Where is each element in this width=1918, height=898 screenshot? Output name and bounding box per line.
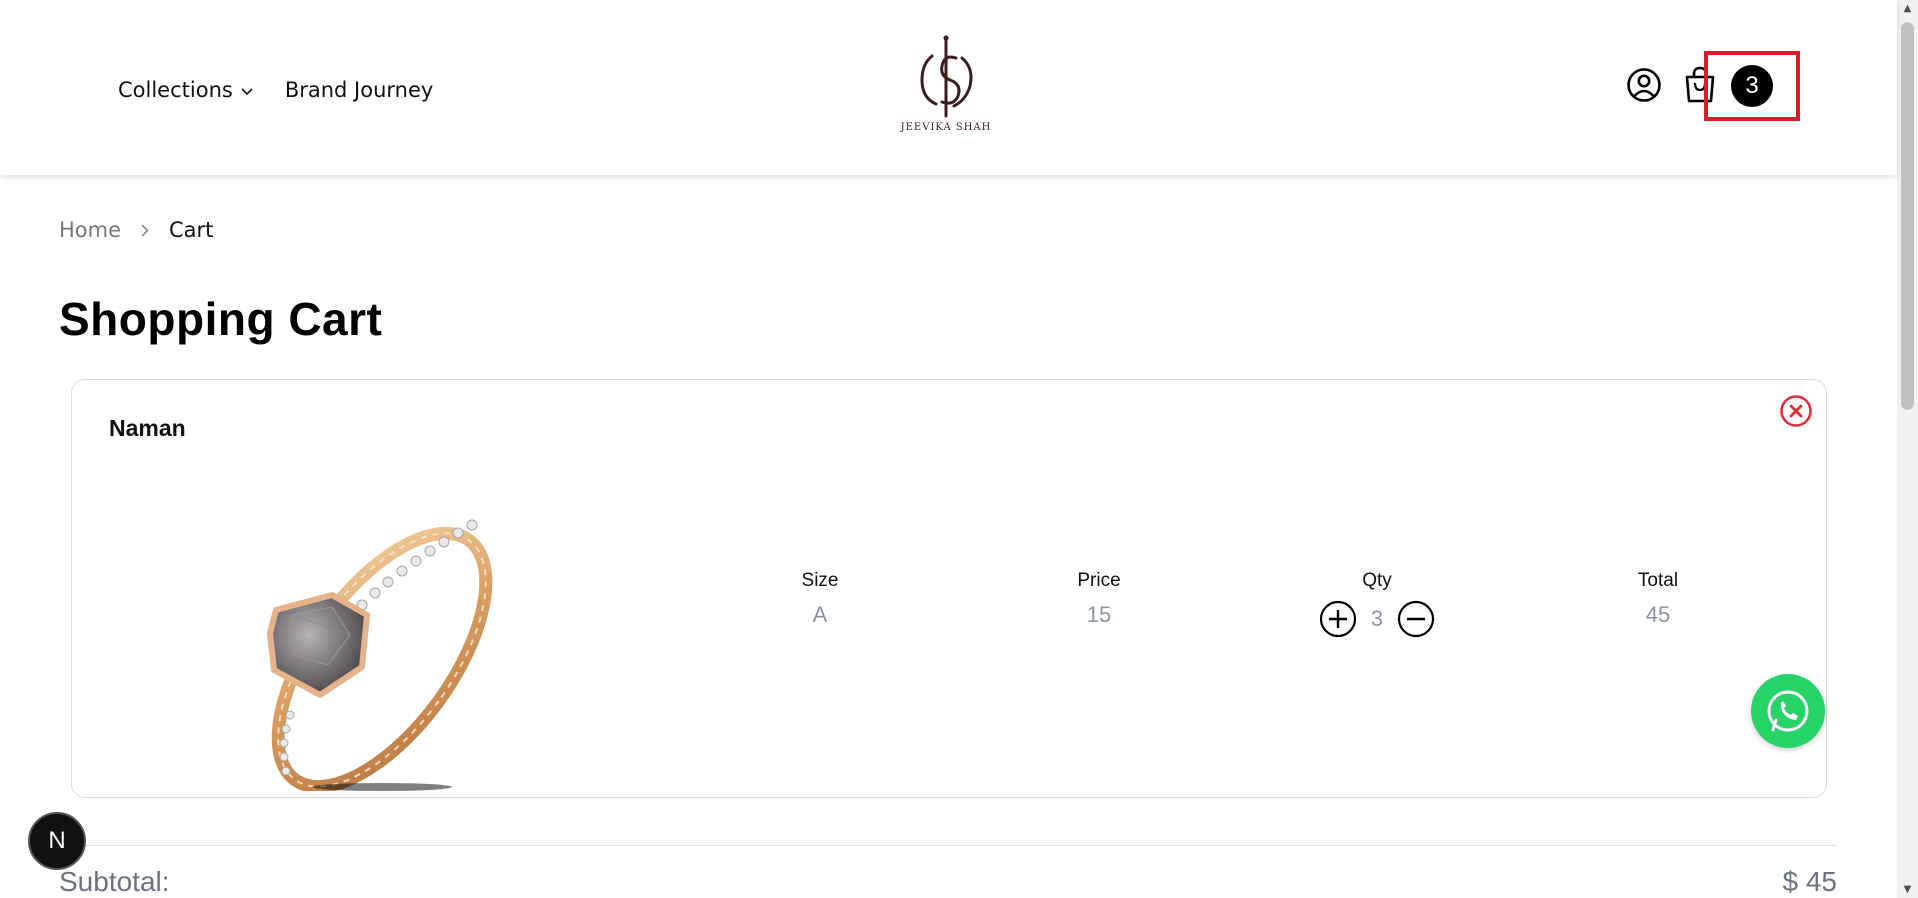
summary-divider [59,845,1837,846]
subtotal-label: Subtotal: [59,866,170,897]
viewport: Collections Brand Journey JEEVIKA SHAH 3… [0,0,1918,898]
size-value: A [812,602,828,627]
account-button[interactable] [1625,66,1663,104]
nav-brand-journey-label: Brand Journey [284,78,434,102]
brand-logo[interactable]: JEEVIKA SHAH [900,34,992,140]
minus-icon [1398,600,1435,638]
brand-name: JEEVIKA SHAH [900,122,992,133]
main-nav: Collections Brand Journey [118,78,433,102]
breadcrumb-current: Cart [169,218,214,242]
qty-column: Qty 3 [1317,570,1437,638]
size-column: Size A [760,570,880,628]
total-column: Total 45 [1598,570,1718,628]
user-icon [1627,68,1661,102]
nav-collections-label: Collections [118,78,233,102]
product-image[interactable] [232,495,532,794]
cart-count-badge: 3 [1731,65,1773,107]
qty-label: Qty [1362,570,1392,591]
increase-qty-button[interactable] [1319,600,1357,638]
cart-item-name: Naman [109,415,186,441]
total-value: 45 [1645,602,1671,627]
chevron-down-icon [241,84,253,100]
scroll-down-icon[interactable]: ▼ [1897,881,1918,898]
subtotal-value: $ 45 [1782,866,1838,897]
chevron-right-icon [141,218,149,242]
logo-mark-icon [920,35,973,118]
breadcrumb: Home Cart [59,218,213,242]
whatsapp-button[interactable] [1751,674,1825,748]
remove-item-button[interactable] [1779,394,1813,428]
cart-count-highlight[interactable]: 3 [1704,51,1800,121]
price-label: Price [1077,570,1121,591]
qty-value: 3 [1370,606,1384,631]
nav-collections[interactable]: Collections [118,78,253,102]
page-title: Shopping Cart [59,293,383,345]
ring-product-image [267,519,493,794]
dev-tools-badge[interactable]: N [28,812,86,870]
decrease-qty-button[interactable] [1397,600,1435,638]
quantity-stepper: 3 [1317,600,1437,638]
total-label: Total [1637,570,1679,591]
scroll-thumb[interactable] [1901,22,1914,410]
nav-brand-journey[interactable]: Brand Journey [285,78,434,102]
price-column: Price 15 [1039,570,1159,628]
plus-icon [1319,600,1356,638]
close-icon [1780,395,1812,427]
page-scrollbar[interactable]: ▲ ▼ [1897,0,1918,898]
breadcrumb-home[interactable]: Home [59,218,121,242]
cart-item-card: Naman Size A Price 15 Qty 3 Total 45 [71,379,1827,798]
scroll-up-icon[interactable]: ▲ [1897,0,1918,17]
price-value: 15 [1086,602,1112,627]
size-label: Size [801,570,839,591]
whatsapp-icon [1767,690,1809,732]
site-header: Collections Brand Journey JEEVIKA SHAH 3 [0,0,1897,175]
